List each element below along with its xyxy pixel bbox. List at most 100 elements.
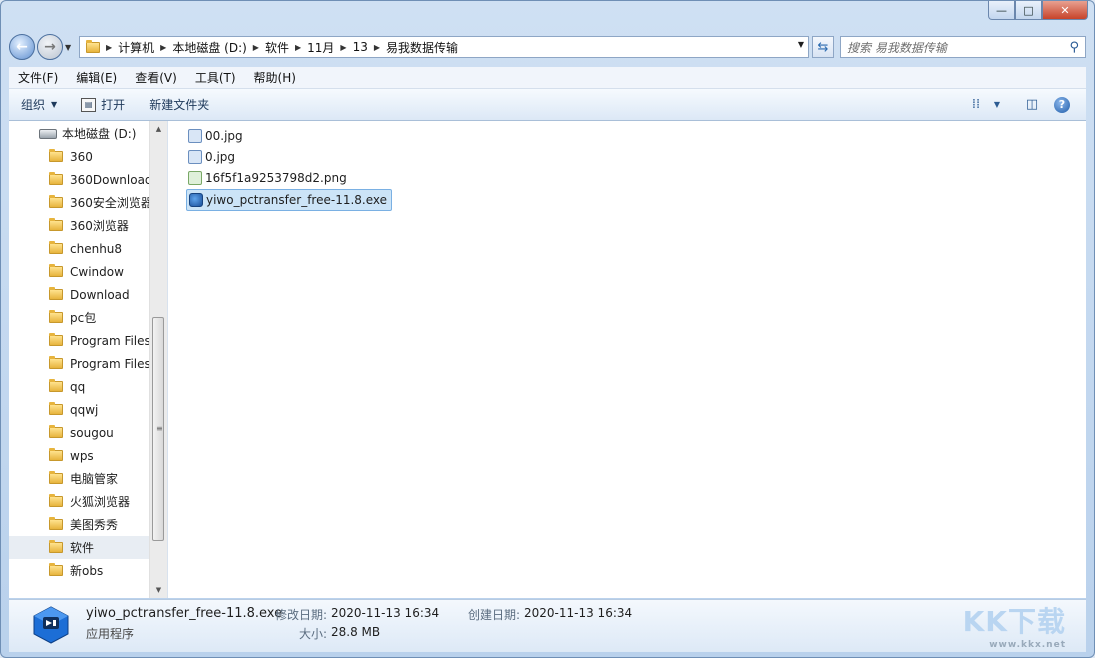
nav-folder-item[interactable]: Cwindow: [9, 260, 150, 283]
scroll-up-arrow[interactable]: ▲: [150, 125, 167, 133]
nav-drive-d[interactable]: 本地磁盘 (D:): [9, 122, 150, 145]
view-dropdown-icon[interactable]: ▼: [990, 100, 1004, 109]
modified-date-value: 2020-11-13 16:34: [331, 606, 440, 620]
menu-help[interactable]: 帮助(H): [245, 69, 305, 86]
drive-icon: [39, 128, 57, 139]
nav-folder-label: 360Download: [70, 172, 150, 187]
breadcrumb-november[interactable]: 11月: [301, 39, 340, 56]
details-file-name: yiwo_pctransfer_free-11.8.exe: [86, 606, 283, 621]
arrow-left-icon: ←: [16, 39, 28, 55]
nav-folder-label: Program Files: [70, 356, 150, 371]
scroll-down-arrow[interactable]: ▼: [150, 586, 167, 594]
details-pane: yiwo_pctransfer_free-11.8.exe 应用程序 修改日期:…: [9, 599, 1086, 652]
menu-view[interactable]: 查看(V): [126, 69, 186, 86]
nav-folder-item[interactable]: sougou: [9, 421, 150, 444]
nav-folder-item[interactable]: Program Files: [9, 352, 150, 375]
nav-folder-item[interactable]: 软件: [9, 536, 150, 559]
nav-folder-item[interactable]: pc包: [9, 306, 150, 329]
file-name: 0.jpg: [205, 150, 236, 164]
folder-icon: [49, 310, 63, 323]
created-date-label: 创建日期:: [468, 608, 521, 622]
navigation-scrollbar[interactable]: ▲ ≡ ▼: [149, 121, 167, 598]
help-icon[interactable]: ?: [1054, 96, 1070, 113]
nav-folder-item[interactable]: 新obs: [9, 559, 150, 582]
maximize-button[interactable]: □: [1015, 1, 1042, 20]
address-bar[interactable]: ▶ 计算机 ▶ 本地磁盘 (D:) ▶ 软件 ▶ 11月 ▶ 13 ▶ 易我数据…: [79, 36, 809, 58]
search-placeholder: 搜索 易我数据传输: [847, 40, 947, 55]
details-file-type: 应用程序: [86, 627, 135, 641]
file-name: 16f5f1a9253798d2.png: [205, 171, 347, 185]
nav-folder-label: 美图秀秀: [70, 518, 119, 532]
search-icon[interactable]: ⚲: [1069, 40, 1079, 55]
file-item[interactable]: 16f5f1a9253798d2.png: [186, 168, 351, 188]
menu-edit[interactable]: 编辑(E): [67, 69, 126, 86]
chevron-right-icon[interactable]: ▶: [102, 43, 112, 52]
view-controls: ⁞⁞ ▼ ◫ ?: [962, 96, 1086, 113]
nav-folder-item[interactable]: Program Files: [9, 329, 150, 352]
address-history-dropdown[interactable]: ▼: [798, 40, 804, 49]
created-date-value: 2020-11-13 16:34: [524, 606, 633, 620]
organize-button[interactable]: 组织 ▼: [9, 96, 69, 113]
folder-icon: [49, 333, 63, 346]
back-button[interactable]: ←: [9, 34, 35, 60]
forward-button[interactable]: →: [37, 34, 63, 60]
nav-folder-item[interactable]: 360浏览器: [9, 214, 150, 237]
nav-folder-item[interactable]: wps: [9, 444, 150, 467]
open-icon: ▤: [81, 97, 97, 112]
minimize-button[interactable]: —: [988, 1, 1015, 20]
refresh-button[interactable]: ⇆: [812, 36, 834, 58]
nav-drive-label: 本地磁盘 (D:): [62, 127, 137, 141]
open-button[interactable]: ▤ 打开: [69, 96, 137, 113]
preview-pane-icon[interactable]: ◫: [1018, 97, 1046, 112]
watermark-text: KK下载: [962, 605, 1066, 638]
nav-folder-item[interactable]: 美图秀秀: [9, 513, 150, 536]
nav-folder-label: 火狐浏览器: [70, 495, 131, 509]
folder-icon: [86, 39, 100, 53]
menu-tools[interactable]: 工具(T): [186, 69, 245, 86]
menu-file[interactable]: 文件(F): [9, 69, 67, 86]
file-item[interactable]: yiwo_pctransfer_free-11.8.exe: [186, 189, 393, 211]
nav-folder-label: qq: [70, 379, 86, 394]
recent-pages-dropdown[interactable]: ▼: [65, 43, 75, 52]
nav-folder-item[interactable]: qqwj: [9, 398, 150, 421]
nav-folder-label: wps: [70, 448, 94, 463]
nav-folder-label: Program Files: [70, 333, 150, 348]
nav-folder-label: 360: [70, 149, 93, 164]
refresh-icon: ⇆: [817, 39, 829, 55]
explorer-window: — □ ✕ ← → ▼ ▶ 计算机 ▶ 本地磁盘 (D:) ▶ 软件 ▶ 11月…: [0, 0, 1095, 658]
folder-icon: [49, 448, 63, 461]
nav-folder-item[interactable]: chenhu8: [9, 237, 150, 260]
nav-folder-item[interactable]: 火狐浏览器: [9, 490, 150, 513]
address-row: ← → ▼ ▶ 计算机 ▶ 本地磁盘 (D:) ▶ 软件 ▶ 11月 ▶ 13 …: [9, 33, 1086, 61]
folder-icon: [49, 517, 63, 530]
new-folder-button[interactable]: 新建文件夹: [137, 96, 221, 113]
nav-folder-item[interactable]: 电脑管家: [9, 467, 150, 490]
folder-icon: [49, 379, 63, 392]
view-options-icon[interactable]: ⁞⁞: [962, 97, 990, 112]
folder-icon: [49, 540, 63, 553]
file-item[interactable]: 00.jpg: [186, 126, 247, 146]
breadcrumb-current-folder[interactable]: 易我数据传输: [380, 39, 464, 56]
breadcrumb-computer[interactable]: 计算机: [112, 39, 160, 56]
breadcrumb-software[interactable]: 软件: [259, 39, 295, 56]
nav-folder-item[interactable]: 360: [9, 145, 150, 168]
nav-folder-label: 360安全浏览器: [70, 196, 150, 210]
file-name: 00.jpg: [205, 129, 243, 143]
nav-folder-item[interactable]: 360Download: [9, 168, 150, 191]
folder-icon: [49, 425, 63, 438]
breadcrumb-13[interactable]: 13: [347, 40, 374, 54]
file-item[interactable]: 0.jpg: [186, 147, 239, 167]
nav-folder-item[interactable]: 360安全浏览器: [9, 191, 150, 214]
nav-folder-label: 360浏览器: [70, 219, 129, 233]
nav-folder-label: 新obs: [70, 564, 104, 578]
nav-folder-item[interactable]: qq: [9, 375, 150, 398]
jpg-file-icon: [188, 150, 202, 164]
breadcrumb-drive-d[interactable]: 本地磁盘 (D:): [166, 39, 252, 56]
close-button[interactable]: ✕: [1042, 1, 1088, 20]
size-label: 大小:: [299, 627, 328, 641]
folder-icon: [49, 264, 63, 277]
search-input[interactable]: 搜索 易我数据传输 ⚲: [840, 36, 1086, 58]
command-bar: 组织 ▼ ▤ 打开 新建文件夹 ⁞⁞ ▼ ◫ ?: [9, 89, 1086, 121]
nav-folder-item[interactable]: Download: [9, 283, 150, 306]
scrollbar-thumb[interactable]: ≡: [152, 317, 164, 541]
